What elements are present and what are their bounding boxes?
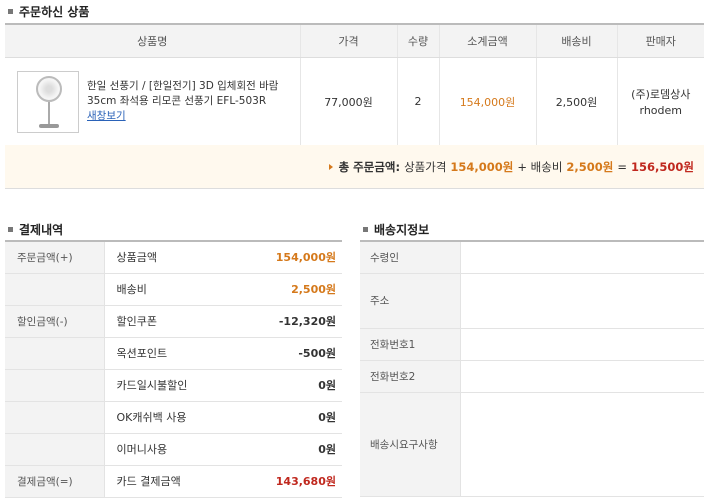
- payment-section-title: 결제내역: [8, 221, 63, 238]
- table-row: 할인금액(-) 할인쿠폰 -12,320원: [5, 305, 342, 338]
- bullet-icon: [363, 227, 368, 232]
- delivery-request-label: 배송시요구사항: [360, 392, 460, 497]
- seller-id: rhodem: [639, 104, 683, 117]
- payment-amount: 0원: [252, 401, 342, 434]
- table-row: 주문금액(+) 상품금액 154,000원: [5, 241, 342, 274]
- table-row: 결제금액(=) 카드 결제금액 143,680원: [5, 465, 342, 498]
- table-row: 배송비 2,500원: [5, 273, 342, 306]
- total-product-price: 154,000원: [450, 159, 514, 174]
- subtotal-cell: 154,000원: [438, 57, 536, 147]
- table-row: 수령인: [360, 241, 704, 274]
- table-row: 주소: [360, 273, 704, 329]
- seller-name: (주)로뎀상사: [631, 88, 691, 101]
- table-row: 전화번호1: [360, 328, 704, 361]
- order-table-header: 상품명 가격 수량 소계금액 배송비 판매자: [5, 23, 704, 58]
- payment-table: 주문금액(+) 상품금액 154,000원 배송비 2,500원 할인금액(-)…: [5, 240, 342, 498]
- total-label: 총 주문금액:: [338, 159, 401, 174]
- order-section-title-text: 주문하신 상품: [19, 5, 90, 19]
- payment-amount: 143,680원: [252, 465, 342, 498]
- phone1-label: 전화번호1: [360, 328, 460, 361]
- total-plus-shipping-label: + 배송비: [517, 159, 563, 174]
- table-row: 배송시요구사항: [360, 392, 704, 497]
- payment-category: 결제금액(=): [5, 465, 104, 498]
- payment-section-title-text: 결제내역: [19, 223, 64, 237]
- product-thumbnail[interactable]: [17, 70, 79, 133]
- total-product-price-label: 상품가격: [404, 159, 447, 174]
- product-cell: 한일 선풍기 / [한일전기] 3D 입체회전 바람 35cm 좌석용 리모콘 …: [5, 57, 300, 147]
- payment-item: 옥션포인트: [103, 337, 252, 370]
- shipping-cell: 2,500원: [535, 57, 617, 147]
- payment-item: 카드일시불할인: [103, 369, 252, 402]
- new-window-link[interactable]: 새창보기: [87, 110, 126, 122]
- payment-amount: 0원: [252, 433, 342, 466]
- payment-item: 상품금액: [103, 241, 252, 274]
- payment-amount: 0원: [252, 369, 342, 402]
- table-row: 옥션포인트 -500원: [5, 337, 342, 370]
- header-shipping: 배송비: [535, 23, 617, 58]
- table-row: 전화번호2: [360, 360, 704, 393]
- header-subtotal: 소계금액: [438, 23, 536, 58]
- header-seller: 판매자: [616, 23, 704, 58]
- header-price: 가격: [299, 23, 397, 58]
- payment-category: 주문금액(+): [5, 241, 104, 274]
- price-cell: 77,000원: [299, 57, 397, 147]
- table-row: 한일 선풍기 / [한일전기] 3D 입체회전 바람 35cm 좌석용 리모콘 …: [5, 57, 704, 147]
- payment-amount: -500원: [252, 337, 342, 370]
- payment-item: 배송비: [103, 273, 252, 306]
- payment-category: [5, 273, 104, 306]
- total-shipping: 2,500원: [566, 159, 614, 174]
- payment-item: 할인쿠폰: [103, 305, 252, 338]
- payment-amount: 154,000원: [252, 241, 342, 274]
- delivery-request-value: [459, 392, 704, 497]
- header-quantity: 수량: [396, 23, 439, 58]
- order-table: 상품명 가격 수량 소계금액 배송비 판매자 한일 선풍기 / [한일전기] 3…: [5, 23, 704, 147]
- address-label: 주소: [360, 273, 460, 329]
- payment-item: OK캐쉬백 사용: [103, 401, 252, 434]
- delivery-section-title: 배송지정보: [363, 221, 429, 238]
- bullet-icon: [8, 9, 13, 14]
- table-row: 이머니사용 0원: [5, 433, 342, 466]
- phone2-value: [459, 360, 704, 393]
- delivery-table: 수령인 주소 전화번호1 전화번호2 배송시요구사항: [360, 240, 704, 497]
- total-amount: 156,500원: [631, 159, 694, 174]
- phone2-label: 전화번호2: [360, 360, 460, 393]
- header-product-name: 상품명: [5, 23, 300, 58]
- quantity-cell: 2: [396, 57, 439, 147]
- payment-category: [5, 433, 104, 466]
- bullet-icon: [8, 227, 13, 232]
- order-section-title: 주문하신 상품: [8, 3, 89, 20]
- payment-category: [5, 401, 104, 434]
- phone1-value: [459, 328, 704, 361]
- payment-item: 이머니사용: [103, 433, 252, 466]
- total-equals: =: [617, 159, 628, 174]
- payment-item: 카드 결제금액: [103, 465, 252, 498]
- payment-amount: -12,320원: [252, 305, 342, 338]
- payment-category: [5, 337, 104, 370]
- payment-amount: 2,500원: [252, 273, 342, 306]
- order-total-bar: 총 주문금액: 상품가격 154,000원 + 배송비 2,500원 = 156…: [5, 145, 704, 189]
- product-name[interactable]: 한일 선풍기 / [한일전기] 3D 입체회전 바람 35cm 좌석용 리모콘 …: [87, 80, 278, 107]
- arrow-right-icon: [328, 163, 333, 170]
- recipient-value: [459, 241, 704, 274]
- table-row: OK캐쉬백 사용 0원: [5, 401, 342, 434]
- table-row: 카드일시불할인 0원: [5, 369, 342, 402]
- delivery-section-title-text: 배송지정보: [374, 223, 430, 237]
- recipient-label: 수령인: [360, 241, 460, 274]
- payment-category: [5, 369, 104, 402]
- address-value: [459, 273, 704, 329]
- fan-icon: [36, 75, 62, 102]
- seller-cell: (주)로뎀상사 rhodem: [616, 57, 704, 147]
- payment-category: 할인금액(-): [5, 305, 104, 338]
